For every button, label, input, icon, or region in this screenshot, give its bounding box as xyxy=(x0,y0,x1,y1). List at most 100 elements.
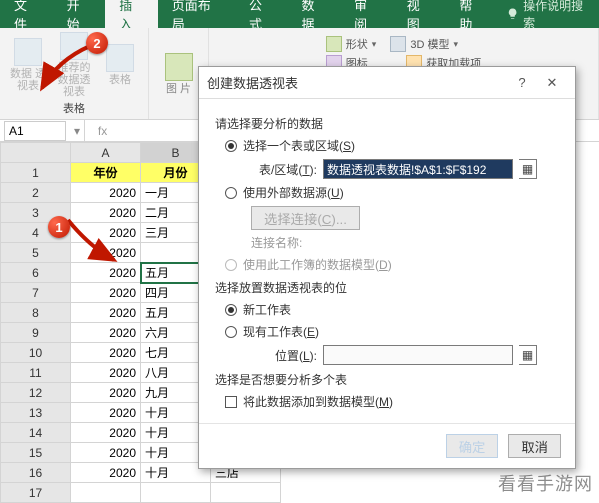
radio-new-sheet[interactable]: 新工作表 xyxy=(215,301,559,318)
row-header[interactable]: 11 xyxy=(1,363,71,383)
row-header[interactable]: 2 xyxy=(1,183,71,203)
chevron-down-icon: ▾ xyxy=(372,39,377,50)
radio-select-range[interactable]: 选择一个表或区域(S) xyxy=(215,137,559,154)
tab-layout[interactable]: 页面布局 xyxy=(158,0,235,28)
connection-name-label: 连接名称: xyxy=(251,234,302,251)
tab-formula[interactable]: 公式 xyxy=(235,0,288,28)
dialog-titlebar[interactable]: 创建数据透视表 ? ✕ xyxy=(199,67,575,99)
checkbox-add-to-model[interactable]: 将此数据添加到数据模型(M) xyxy=(215,393,559,410)
radio-icon xyxy=(225,326,237,338)
radio-existing-sheet[interactable]: 现有工作表(E) xyxy=(215,323,559,340)
radio-icon xyxy=(225,140,237,152)
chevron-down-icon: ▾ xyxy=(454,39,459,50)
3d-model-button[interactable]: 3D 模型 xyxy=(410,36,449,52)
cell[interactable]: 2020 xyxy=(71,323,141,343)
section-placement: 选择放置数据透视表的位 xyxy=(215,279,559,296)
annotation-badge-1: 1 xyxy=(48,216,70,238)
cell[interactable]: 2020 xyxy=(71,423,141,443)
ribbon-tabs: 文件 开始 插入 页面布局 公式 数据 审阅 视图 帮助 操作说明搜索 xyxy=(0,0,599,28)
header-cell[interactable]: 年份 xyxy=(71,163,141,183)
range-picker-icon[interactable]: ▦ xyxy=(519,345,537,365)
tab-home[interactable]: 开始 xyxy=(53,0,106,28)
row-header[interactable]: 1 xyxy=(1,163,71,183)
tell-me-label: 操作说明搜索 xyxy=(523,0,591,31)
cell[interactable]: 2020 xyxy=(71,303,141,323)
tab-file[interactable]: 文件 xyxy=(0,0,53,28)
tab-help[interactable]: 帮助 xyxy=(445,0,498,28)
tab-view[interactable]: 视图 xyxy=(393,0,446,28)
dialog-title: 创建数据透视表 xyxy=(207,73,298,92)
tell-me-search[interactable]: 操作说明搜索 xyxy=(498,0,599,28)
radio-workbook-model: 使用此工作簿的数据模型(D) xyxy=(215,256,559,273)
radio-external-source[interactable]: 使用外部数据源(U) xyxy=(215,184,559,201)
col-a-header[interactable]: A xyxy=(71,143,141,163)
fx-icon[interactable]: fx xyxy=(84,120,120,141)
picture-button[interactable]: 图 片 xyxy=(159,53,199,95)
row-header[interactable]: 14 xyxy=(1,423,71,443)
radio-icon xyxy=(225,304,237,316)
range-input[interactable] xyxy=(323,159,513,179)
pivot-table-label: 数据 透视表 xyxy=(8,68,48,92)
radio-icon xyxy=(225,259,237,271)
recommended-pivot-icon xyxy=(60,32,88,60)
cell[interactable]: 2020 xyxy=(71,243,141,263)
field-location: 位置(L): ▦ xyxy=(251,345,559,365)
table-button[interactable]: 表格 xyxy=(100,44,140,86)
watermark: 看看手游网 xyxy=(498,470,593,496)
picture-icon xyxy=(165,53,193,81)
row-header[interactable]: 13 xyxy=(1,403,71,423)
picture-label: 图 片 xyxy=(166,83,191,95)
shapes-icon xyxy=(326,36,342,52)
radio-icon xyxy=(225,187,237,199)
group-tables: 数据 透视表 推荐的 数据透视表 表格 表格 xyxy=(0,28,149,119)
cell[interactable]: 2020 xyxy=(71,463,141,483)
help-button[interactable]: ? xyxy=(507,75,537,90)
field-table-range: 表/区域(T): ▦ xyxy=(251,159,559,179)
cell[interactable]: 2020 xyxy=(71,343,141,363)
group-tables-label: 表格 xyxy=(63,100,85,116)
row-header[interactable]: 16 xyxy=(1,463,71,483)
row-header[interactable]: 9 xyxy=(1,323,71,343)
cell[interactable]: 2020 xyxy=(71,203,141,223)
cell[interactable]: 2020 xyxy=(71,263,141,283)
row-header[interactable]: 5 xyxy=(1,243,71,263)
annotation-badge-2: 2 xyxy=(86,32,108,54)
namebox-dropdown-icon[interactable]: ▾ xyxy=(70,124,84,138)
cell[interactable]: 2020 xyxy=(71,403,141,423)
cell[interactable]: 2020 xyxy=(71,383,141,403)
cancel-button[interactable]: 取消 xyxy=(508,434,561,458)
row-header[interactable]: 8 xyxy=(1,303,71,323)
row-header[interactable]: 6 xyxy=(1,263,71,283)
location-input[interactable] xyxy=(323,345,513,365)
range-picker-icon[interactable]: ▦ xyxy=(519,159,537,179)
cell[interactable]: 2020 xyxy=(71,223,141,243)
shapes-button[interactable]: 形状▾ 3D 模型▾ xyxy=(326,36,458,52)
tab-insert[interactable]: 插入 xyxy=(105,0,158,28)
section-multiple-tables: 选择是否想要分析多个表 xyxy=(215,371,559,388)
bulb-icon xyxy=(506,7,519,21)
table-label: 表格 xyxy=(109,74,131,86)
3d-model-icon xyxy=(390,36,406,52)
choose-connection-button[interactable]: 选择连接(C)... xyxy=(251,206,360,230)
cell[interactable]: 2020 xyxy=(71,443,141,463)
cell[interactable]: 2020 xyxy=(71,183,141,203)
cell[interactable]: 2020 xyxy=(71,283,141,303)
tab-data[interactable]: 数据 xyxy=(288,0,341,28)
ok-button[interactable]: 确定 xyxy=(446,434,499,458)
row-header[interactable]: 12 xyxy=(1,383,71,403)
pivot-table-icon xyxy=(14,38,42,66)
recommended-pivot-label: 推荐的 数据透视表 xyxy=(54,62,94,98)
row-header[interactable]: 10 xyxy=(1,343,71,363)
section-choose-data: 请选择要分析的数据 xyxy=(215,115,559,132)
pivot-table-button[interactable]: 数据 透视表 xyxy=(8,38,48,92)
tab-review[interactable]: 审阅 xyxy=(340,0,393,28)
row-header[interactable]: 15 xyxy=(1,443,71,463)
row-header[interactable]: 7 xyxy=(1,283,71,303)
table-icon xyxy=(106,44,134,72)
create-pivottable-dialog: 创建数据透视表 ? ✕ 请选择要分析的数据 选择一个表或区域(S) 表/区域(T… xyxy=(198,66,576,469)
cell[interactable]: 2020 xyxy=(71,363,141,383)
close-button[interactable]: ✕ xyxy=(537,75,567,91)
name-box[interactable] xyxy=(4,121,66,141)
select-all-corner[interactable] xyxy=(1,143,71,163)
checkbox-icon xyxy=(225,396,237,408)
